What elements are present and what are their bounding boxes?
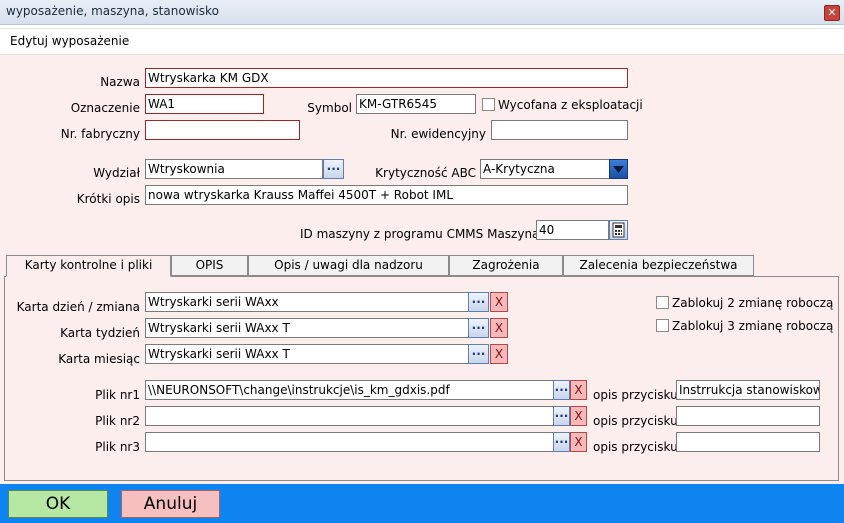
plik2-browse-button[interactable]: ... — [553, 406, 570, 426]
karta-tydzien-label: Karta tydzień — [60, 326, 140, 340]
karta-miesiac-input[interactable]: Wtryskarki serii WAxx T — [145, 344, 470, 364]
zablokuj3-label: Zablokuj 3 zmianę roboczą — [672, 319, 834, 333]
opis3-input[interactable] — [676, 432, 820, 452]
karta-tydzien-input[interactable]: Wtryskarki serii WAxx T — [145, 318, 470, 338]
plik1-label: Plik nr1 — [95, 388, 140, 402]
tab-karty-kontrolne[interactable]: Karty kontrolne i pliki — [6, 255, 171, 277]
plik2-label: Plik nr2 — [95, 414, 140, 428]
karta-dzien-label: Karta dzień / zmiana — [16, 300, 140, 314]
plik3-browse-button[interactable]: ... — [553, 432, 570, 452]
karta-tydzien-browse-button[interactable]: ... — [468, 318, 489, 338]
nazwa-label: Nazwa — [100, 75, 140, 89]
tab-zalecenia[interactable]: Zalecenia bezpieczeństwa — [563, 255, 754, 276]
zablokuj2-checkbox[interactable] — [656, 296, 669, 309]
nr-ewidencyjny-input[interactable] — [491, 120, 628, 140]
opis2-input[interactable] — [676, 406, 820, 426]
karta-dzien-clear-button[interactable]: X — [490, 292, 508, 312]
oznaczenie-label: Oznaczenie — [70, 101, 140, 115]
nr-fabryczny-label: Nr. fabryczny — [60, 127, 140, 141]
chevron-down-icon — [613, 166, 624, 173]
zablokuj3-checkbox[interactable] — [656, 319, 669, 332]
cancel-button[interactable]: Anuluj — [121, 490, 220, 518]
krotki-opis-input[interactable]: nowa wtryskarka Krauss Maffei 4500T + Ro… — [145, 185, 628, 205]
opis-przycisku-label-3: opis przycisku — [593, 440, 678, 454]
ok-button[interactable]: OK — [8, 490, 108, 518]
wydzial-label: Wydział — [93, 166, 140, 180]
wydzial-input[interactable]: Wtryskownia — [145, 159, 323, 179]
wycofana-checkbox[interactable] — [482, 98, 495, 111]
krytycznosc-select[interactable]: A-Krytyczna — [480, 159, 610, 179]
nr-ewidencyjny-label: Nr. ewidencyjny — [390, 127, 486, 141]
krotki-opis-label: Krótki opis — [76, 192, 140, 206]
close-button[interactable]: ✕ — [824, 5, 840, 21]
id-maszyny-label: ID maszyny z programu CMMS Maszyna — [300, 227, 540, 241]
opis-przycisku-label-1: opis przycisku — [593, 388, 678, 402]
symbol-label: Symbol — [307, 101, 352, 115]
tab-zagrozenia[interactable]: Zagrożenia — [449, 255, 563, 276]
zablokuj2-label: Zablokuj 2 zmianę roboczą — [672, 296, 834, 310]
window-title: wyposażenie, maszyna, stanowisko — [6, 4, 219, 18]
plik1-input[interactable]: \\NEURONSOFT\change\instrukcje\is_km_gdx… — [145, 380, 555, 400]
nr-fabryczny-input[interactable] — [145, 120, 300, 140]
plik1-clear-button[interactable]: X — [570, 380, 587, 400]
id-maszyny-input[interactable]: 40 — [536, 220, 609, 240]
oznaczenie-input[interactable]: WA1 — [145, 94, 264, 114]
karta-dzien-input[interactable]: Wtryskarki serii WAxx — [145, 292, 470, 312]
nazwa-input[interactable]: Wtryskarka KM GDX — [145, 68, 628, 88]
karta-dzien-browse-button[interactable]: ... — [468, 292, 489, 312]
plik2-clear-button[interactable]: X — [570, 406, 587, 426]
karta-miesiac-clear-button[interactable]: X — [490, 344, 508, 364]
krytycznosc-dropdown-button[interactable] — [609, 159, 628, 179]
tab-opis-uwagi[interactable]: Opis / uwagi dla nadzoru — [248, 255, 449, 276]
wydzial-browse-button[interactable]: ... — [323, 159, 344, 179]
plik3-input[interactable] — [145, 432, 555, 452]
opis-przycisku-label-2: opis przycisku — [593, 414, 678, 428]
plik1-browse-button[interactable]: ... — [553, 380, 570, 400]
opis1-input[interactable]: Instrrukcja stanowiskowa — [676, 380, 820, 400]
karta-tydzien-clear-button[interactable]: X — [490, 318, 508, 338]
karta-miesiac-label: Karta miesiąc — [58, 352, 140, 366]
wycofana-label: Wycofana z eksploatacji — [498, 98, 643, 112]
symbol-input[interactable]: KM-GTR6545 — [356, 94, 476, 114]
plik3-clear-button[interactable]: X — [570, 432, 587, 452]
page-title: Edytuj wyposażenie — [10, 34, 130, 48]
calculator-icon — [612, 222, 625, 238]
tab-opis[interactable]: OPIS — [171, 255, 248, 276]
karta-miesiac-browse-button[interactable]: ... — [468, 344, 489, 364]
plik2-input[interactable] — [145, 406, 555, 426]
calculator-button[interactable] — [609, 220, 628, 240]
plik3-label: Plik nr3 — [95, 440, 140, 454]
krytycznosc-label: Krytyczność ABC — [375, 166, 476, 180]
